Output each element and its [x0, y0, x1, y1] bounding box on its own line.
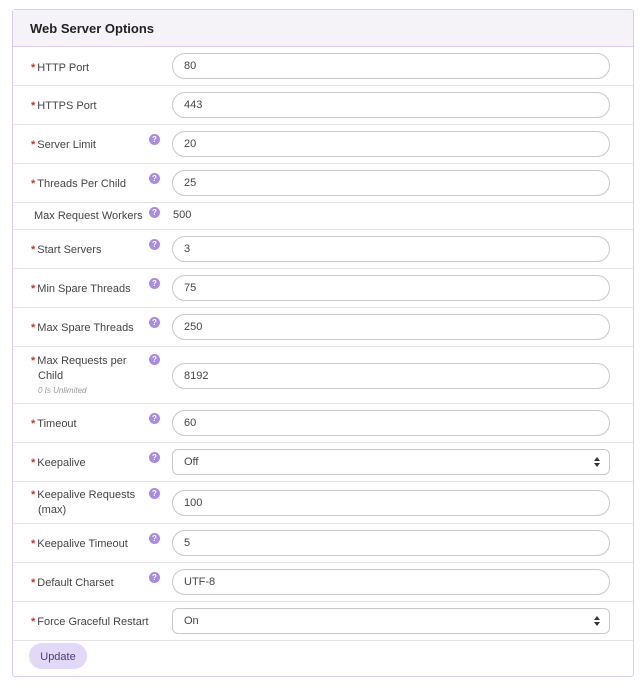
select-arrows-icon	[594, 616, 600, 626]
keepalive-timeout-input[interactable]	[172, 530, 610, 556]
keepalive-label: * Keepalive	[31, 457, 86, 469]
row-max-request-workers: Max Request Workers ? 500	[13, 203, 633, 230]
row-force-graceful-restart: * Force Graceful Restart On	[13, 602, 633, 641]
help-icon[interactable]: ?	[149, 134, 160, 145]
start-servers-label: * Start Servers	[31, 244, 102, 256]
required-marker: *	[31, 62, 36, 74]
row-https-port: * HTTPS Port	[13, 86, 633, 125]
max-spare-threads-input[interactable]	[172, 314, 610, 340]
keepalive-select[interactable]: Off	[172, 449, 610, 475]
server-limit-label: * Server Limit	[31, 139, 96, 151]
required-marker: *	[31, 577, 36, 589]
required-marker: *	[31, 244, 36, 256]
required-marker: *	[31, 489, 36, 501]
row-keepalive-timeout: * Keepalive Timeout ?	[13, 524, 633, 563]
max-requests-per-child-input[interactable]	[172, 363, 610, 389]
help-icon[interactable]: ?	[149, 354, 160, 365]
required-marker: *	[31, 616, 36, 628]
row-max-spare-threads: * Max Spare Threads ?	[13, 308, 633, 347]
max-request-workers-value: 500	[173, 209, 192, 221]
select-arrows-icon	[594, 457, 600, 467]
help-icon[interactable]: ?	[149, 533, 160, 544]
required-marker: *	[31, 283, 36, 295]
required-marker: *	[31, 457, 36, 469]
help-icon[interactable]: ?	[149, 488, 160, 499]
force-graceful-restart-selected-value: On	[184, 615, 199, 627]
row-keepalive-requests: * Keepalive Requests (max) ?	[13, 482, 633, 524]
max-request-workers-label: Max Request Workers	[34, 210, 143, 222]
keepalive-requests-label: * Keepalive Requests (max)	[31, 489, 136, 516]
min-spare-threads-label: * Min Spare Threads	[31, 283, 131, 295]
max-spare-threads-label: * Max Spare Threads	[31, 322, 134, 334]
help-icon[interactable]: ?	[149, 278, 160, 289]
keepalive-timeout-label: * Keepalive Timeout	[31, 538, 128, 550]
help-icon[interactable]: ?	[149, 572, 160, 583]
row-start-servers: * Start Servers ?	[13, 230, 633, 269]
help-icon[interactable]: ?	[149, 207, 160, 218]
default-charset-label: * Default Charset	[31, 577, 114, 589]
https-port-input[interactable]	[172, 92, 610, 118]
timeout-label: * Timeout	[31, 418, 77, 430]
start-servers-input[interactable]	[172, 236, 610, 262]
force-graceful-restart-label: * Force Graceful Restart	[31, 616, 149, 628]
help-icon[interactable]: ?	[149, 452, 160, 463]
row-keepalive: * Keepalive ? Off	[13, 443, 633, 482]
min-spare-threads-input[interactable]	[172, 275, 610, 301]
unlimited-note: 0 Is Unlimited	[38, 386, 87, 395]
https-port-label: * HTTPS Port	[31, 100, 97, 112]
row-default-charset: * Default Charset ?	[13, 563, 633, 602]
required-marker: *	[31, 418, 36, 430]
panel-title: Web Server Options	[13, 10, 633, 47]
required-marker: *	[31, 100, 36, 112]
help-icon[interactable]: ?	[149, 173, 160, 184]
web-server-options-panel: Web Server Options *HTTP Port *HTTPS Por…	[12, 9, 634, 677]
row-max-requests-per-child: * Max Requests per Child 0 Is Unlimited ?	[13, 347, 633, 404]
default-charset-input[interactable]	[172, 569, 610, 595]
server-limit-input[interactable]	[172, 131, 610, 157]
required-marker: *	[31, 178, 36, 190]
row-http-port: * HTTP Port	[13, 47, 633, 86]
help-icon[interactable]: ?	[149, 239, 160, 250]
force-graceful-restart-select[interactable]: On	[172, 608, 610, 634]
keepalive-selected-value: Off	[184, 456, 199, 468]
threads-per-child-label: * Threads Per Child	[31, 178, 126, 190]
help-icon[interactable]: ?	[149, 413, 160, 424]
row-server-limit: * Server Limit ?	[13, 125, 633, 164]
http-port-input[interactable]	[172, 53, 610, 79]
required-marker: *	[31, 322, 36, 334]
http-port-label: * HTTP Port	[31, 62, 90, 74]
required-marker: *	[31, 538, 36, 550]
help-icon[interactable]: ?	[149, 317, 160, 328]
update-button[interactable]: Update	[29, 643, 87, 669]
row-timeout: * Timeout ?	[13, 404, 633, 443]
threads-per-child-input[interactable]	[172, 170, 610, 196]
required-marker: *	[31, 355, 36, 367]
timeout-input[interactable]	[172, 410, 610, 436]
keepalive-requests-input[interactable]	[172, 490, 610, 516]
row-threads-per-child: * Threads Per Child ?	[13, 164, 633, 203]
row-min-spare-threads: * Min Spare Threads ?	[13, 269, 633, 308]
max-requests-per-child-label: * Max Requests per Child	[31, 355, 127, 382]
required-marker: *	[31, 139, 36, 151]
